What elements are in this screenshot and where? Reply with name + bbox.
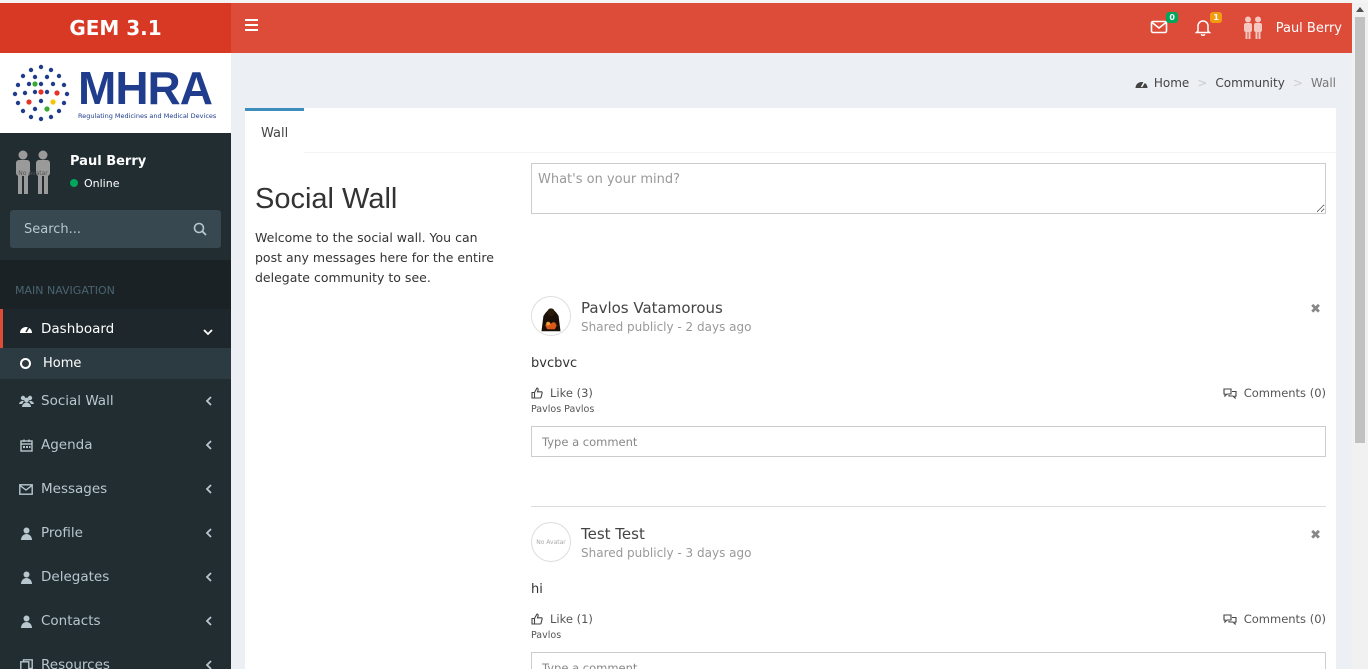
post-divider [531,506,1326,507]
post-meta: Shared publicly - 2 days ago [581,319,752,334]
online-status: Online [70,177,146,190]
chevron-left-icon [205,439,213,453]
chevron-left-icon [205,527,213,541]
avatar-text: No Avatar [18,170,48,177]
intro: Social Wall Welcome to the social wall. … [255,183,505,288]
page-title: Social Wall [255,183,398,215]
post-card: No Avatar Test Test Shared publicly - 3 … [531,522,1326,669]
search-input[interactable] [24,221,174,237]
brand-logo: MHRA Regulating Medicines and Medical De… [0,53,231,133]
search-icon[interactable] [193,222,207,236]
close-icon[interactable]: ✖ [1310,302,1321,317]
breadcrumb-current: Wall [1310,76,1336,90]
close-icon[interactable]: ✖ [1310,528,1321,543]
sidebar: MHRA Regulating Medicines and Medical De… [0,53,231,669]
post-author[interactable]: Pavlos Vatamorous [581,299,751,317]
chevron-left-icon [205,571,213,585]
avatar [1243,16,1262,39]
comment-input[interactable] [531,652,1326,669]
dashboard-icon [18,322,34,336]
envelope-icon [18,482,34,496]
sidebar-item-social-wall[interactable]: Social Wall [0,379,231,423]
thumbs-up-icon [531,387,543,399]
thumbs-up-icon [531,613,543,625]
chevron-left-icon [205,615,213,629]
page-scrollbar[interactable] [1352,3,1368,669]
sidebar-toggle-icon[interactable] [245,19,258,31]
post-body: hi [531,582,543,597]
chevron-left-icon [205,659,213,669]
nav-header: MAIN NAVIGATION [0,260,231,309]
breadcrumb: Home > Community > Wall [1135,76,1336,90]
online-dot-icon [70,179,78,187]
mail-badge: 0 [1166,12,1178,23]
likers-list: Pavlos [531,630,562,641]
sidebar-item-resources[interactable]: Resources [0,643,231,669]
likers-list: Pavlos Pavlos [531,404,595,415]
mhra-dots-logo [12,64,70,122]
user-panel: No Avatar Paul Berry Online [0,133,231,210]
post-body: bvcbvc [531,356,578,371]
app-title: GEM 3.1 [69,16,162,40]
sidebar-item-delegates[interactable]: Delegates [0,555,231,599]
like-button[interactable]: Like (1) [531,612,593,626]
sidebar-item-agenda[interactable]: Agenda [0,423,231,467]
bell-icon [1194,20,1212,37]
avatar[interactable] [531,296,571,336]
sidebar-item-profile[interactable]: Profile [0,511,231,555]
post-meta: Shared publicly - 3 days ago [581,545,752,560]
circle-icon [20,358,31,369]
avatar[interactable]: No Avatar [531,522,571,562]
like-button[interactable]: Like (3) [531,386,593,400]
sidebar-user-name: Paul Berry [70,153,147,169]
post-card: Pavlos Vatamorous Shared publicly - 2 da… [531,296,1326,457]
comments-button[interactable]: Comments (0) [1223,612,1326,626]
comments-button[interactable]: Comments (0) [1223,386,1326,400]
avatar: No Avatar [16,150,50,194]
brand-name: MHRA [78,62,213,114]
sidebar-search [10,210,221,248]
comment-input[interactable] [531,426,1326,457]
scroll-up-icon[interactable] [1356,7,1364,12]
mail-button[interactable]: 0 [1150,12,1178,38]
envelope-icon [1150,20,1168,34]
chevron-left-icon [205,483,213,497]
chevron-left-icon [205,395,213,409]
brand-tagline: Regulating Medicines and Medical Devices [78,112,217,120]
top-navbar: 0 1 Paul Berry [231,3,1352,53]
app-logo[interactable]: GEM 3.1 [0,3,231,53]
header-user-name: Paul Berry [1275,20,1342,36]
scrollbar-thumb[interactable] [1355,17,1365,443]
sidebar-subitem-home[interactable]: Home [0,348,231,379]
users-icon [18,394,34,408]
notifications-button[interactable]: 1 [1194,12,1222,38]
tab-bar: Wall [245,108,1336,153]
dashboard-icon [1135,81,1148,88]
intro-text: Welcome to the social wall. You can post… [255,230,494,285]
sidebar-item-dashboard[interactable]: Dashboard [0,309,231,348]
comments-icon [1223,613,1237,625]
user-menu[interactable]: Paul Berry [1232,3,1352,53]
sidebar-item-contacts[interactable]: Contacts [0,599,231,643]
calendar-icon [18,438,34,452]
avatar-text: No Avatar [536,538,566,546]
notifications-badge: 1 [1210,12,1222,23]
user-icon [18,526,34,540]
post-author[interactable]: Test Test [581,525,751,543]
chevron-down-icon [203,325,213,339]
sidebar-item-messages[interactable]: Messages [0,467,231,511]
status-input[interactable] [531,163,1326,214]
comments-icon [1223,387,1237,399]
breadcrumb-community[interactable]: Community [1215,76,1284,90]
user-icon [18,614,34,628]
user-icon [18,570,34,584]
files-icon [18,658,34,669]
wall-box: Wall Social Wall Welcome to the social w… [245,108,1336,669]
tab-wall[interactable]: Wall [245,108,305,153]
breadcrumb-home[interactable]: Home [1154,76,1189,90]
